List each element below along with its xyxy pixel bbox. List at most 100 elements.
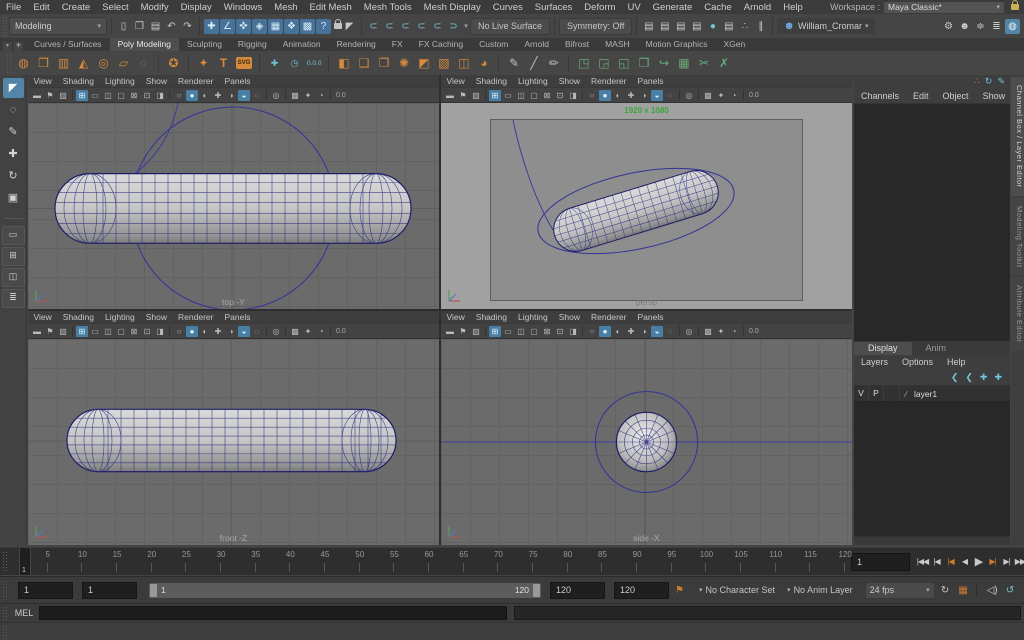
drag-handle[interactable] — [2, 625, 7, 639]
vp-image-plane-icon[interactable]: ▨ — [470, 326, 482, 337]
step-forward-key-button[interactable]: ▶| — [986, 557, 999, 566]
vp-safe-action-icon[interactable]: ⊡ — [141, 90, 153, 101]
poly-disc-icon[interactable]: ◌ — [134, 54, 153, 73]
vp-exposure-icon[interactable]: ✦ — [302, 90, 314, 101]
render-frame-icon[interactable]: ▤ — [657, 19, 672, 34]
vp-film-gate-icon[interactable]: ▭ — [89, 90, 101, 101]
delete-vertex-icon[interactable]: ◲ — [594, 54, 613, 73]
viewport-menu-item[interactable]: View — [441, 76, 470, 86]
viewport-menu-item[interactable]: Lighting — [512, 76, 553, 86]
vp-isolate-select-icon[interactable]: ◎ — [683, 326, 695, 337]
menu-item[interactable]: File — [0, 2, 27, 13]
loop-icon[interactable]: ↻ — [938, 585, 953, 596]
scale-tool[interactable]: ▣ — [3, 188, 24, 208]
vp-safe-action-icon[interactable]: ⊡ — [554, 326, 566, 337]
viewport-canvas-top[interactable]: top -Y — [28, 103, 439, 309]
viewport-menu-item[interactable]: View — [28, 76, 57, 86]
select-mask-joints-icon[interactable]: ▦ — [268, 19, 283, 34]
menu-item[interactable]: Curves — [487, 2, 529, 13]
vp-textured-icon[interactable]: ◐ — [199, 326, 211, 337]
viewport-menu-item[interactable]: Show — [140, 312, 172, 322]
panel-scrollbar[interactable] — [854, 536, 1010, 545]
vp-fps-counter[interactable]: 0.0 — [334, 90, 348, 101]
vp-gamma-icon[interactable]: ◔ — [728, 90, 740, 101]
layer-visible-toggle[interactable]: V — [854, 386, 869, 401]
snap-to-view-planes-icon[interactable]: ⊂ — [430, 19, 445, 34]
live-surface-field[interactable]: No Live Surface — [470, 18, 550, 35]
poly-plane-icon[interactable]: ▱ — [114, 54, 133, 73]
drag-handle[interactable] — [2, 606, 7, 620]
expression-clock-icon[interactable]: ◷ — [285, 54, 304, 73]
make-live-icon[interactable]: ⊃ — [446, 19, 461, 34]
two-pane-layout-button[interactable]: ◫ — [2, 268, 25, 287]
vp-grid-icon[interactable]: ⊞ — [76, 90, 88, 101]
command-input[interactable] — [39, 606, 507, 620]
vp-bookmark-icon[interactable]: ⚑ — [457, 326, 469, 337]
vp-motion-blur-icon[interactable]: ◌ — [251, 90, 263, 101]
select-mask-surfaces-icon[interactable]: ▩ — [300, 19, 315, 34]
shelf-tab[interactable]: Arnold — [516, 38, 557, 51]
vp-shaded-icon[interactable]: ● — [599, 326, 611, 337]
vp-lights-icon[interactable]: ✚ — [212, 90, 224, 101]
pause-icon[interactable]: ∥ — [753, 19, 768, 34]
vp-image-plane-icon[interactable]: ▨ — [57, 326, 69, 337]
vp-lights-icon[interactable]: ✚ — [625, 90, 637, 101]
poly-type-icon[interactable]: T — [214, 54, 233, 73]
panel-side-tab[interactable]: Modeling Toolkit — [1011, 198, 1024, 276]
vp-safe-action-icon[interactable]: ⊡ — [554, 90, 566, 101]
vp-wireframe-icon[interactable]: ○ — [173, 90, 185, 101]
vp-grid-icon[interactable]: ⊞ — [76, 326, 88, 337]
vp-shaded-icon[interactable]: ● — [599, 90, 611, 101]
range-start-handle[interactable] — [150, 584, 157, 597]
viewport-canvas-front[interactable]: front -Z — [28, 339, 439, 545]
menu-item[interactable]: Select — [96, 2, 134, 13]
platonic-solid-icon[interactable]: ✪ — [164, 54, 183, 73]
new-scene-icon[interactable]: ▯ — [116, 19, 131, 34]
channel-box-toggle-icon[interactable]: ◍ — [1005, 19, 1020, 34]
range-slider[interactable]: 1 120 — [149, 583, 541, 598]
menu-item[interactable]: Surfaces — [529, 2, 579, 13]
shelf-tab[interactable]: MASH — [597, 38, 638, 51]
vp-field-chart-icon[interactable]: ⊠ — [541, 326, 553, 337]
flatten-icon[interactable]: ▧ — [434, 54, 453, 73]
shelf-tab[interactable]: Custom — [471, 38, 516, 51]
workspace-lock-icon[interactable] — [1011, 4, 1019, 10]
select-hierarchy-icon[interactable]: ✚ — [204, 19, 219, 34]
vp-shaded-icon[interactable]: ● — [186, 326, 198, 337]
symmetry-select[interactable]: Symmetry: Off — [559, 18, 632, 35]
open-scene-icon[interactable]: ❒ — [132, 19, 147, 34]
range-end-handle[interactable] — [533, 584, 540, 597]
viewport-menu-item[interactable]: Renderer — [586, 312, 632, 322]
pencil-curve-icon[interactable]: ✏ — [544, 54, 563, 73]
anim-layer-select[interactable]: ▾ No Anim Layer — [787, 585, 853, 595]
attribute-editor-toggle-icon[interactable]: ≣ — [989, 19, 1004, 34]
light-editor-icon[interactable]: ▤ — [721, 19, 736, 34]
vp-shadows-icon[interactable]: ◑ — [225, 90, 237, 101]
shelf-tab[interactable]: Rigging — [230, 38, 275, 51]
vp-grid-icon[interactable]: ⊞ — [489, 326, 501, 337]
save-scene-icon[interactable]: ▤ — [148, 19, 163, 34]
animation-end-field[interactable]: 120 — [614, 582, 669, 599]
vp-field-chart-icon[interactable]: ⊠ — [128, 90, 140, 101]
create-layer-from-selected-icon[interactable]: ✚ — [994, 372, 1002, 383]
paint-select-tool[interactable]: ✎ — [3, 122, 24, 142]
go-to-end-button[interactable]: ▶▶| — [1014, 557, 1024, 566]
vp-field-chart-icon[interactable]: ⊠ — [541, 90, 553, 101]
vp-wireframe-icon[interactable]: ○ — [586, 90, 598, 101]
vp-ao-icon[interactable]: ◒ — [238, 90, 250, 101]
clip-editor-icon[interactable]: ▦ — [956, 585, 971, 596]
select-mask-help-icon[interactable]: ? — [316, 19, 331, 34]
vp-textured-icon[interactable]: ◐ — [199, 90, 211, 101]
snap-to-curves-icon[interactable]: ⊂ — [382, 19, 397, 34]
mute-icon[interactable]: ◁) — [985, 585, 1000, 596]
viewport-menu-item[interactable]: Shading — [57, 312, 99, 322]
vp-shadows-icon[interactable]: ◑ — [638, 90, 650, 101]
vp-shadows-icon[interactable]: ◑ — [638, 326, 650, 337]
viewport-menu-item[interactable]: Show — [553, 76, 585, 86]
step-back-key-button[interactable]: |◀ — [944, 557, 957, 566]
layer-next-icon[interactable]: ❮ — [965, 372, 973, 383]
auto-keyframe-icon[interactable]: ◆ — [1021, 585, 1024, 596]
current-frame-field[interactable]: 1 — [851, 553, 910, 571]
viewport-menu-item[interactable]: Lighting — [99, 76, 140, 86]
menu-item[interactable]: Create — [56, 2, 97, 13]
